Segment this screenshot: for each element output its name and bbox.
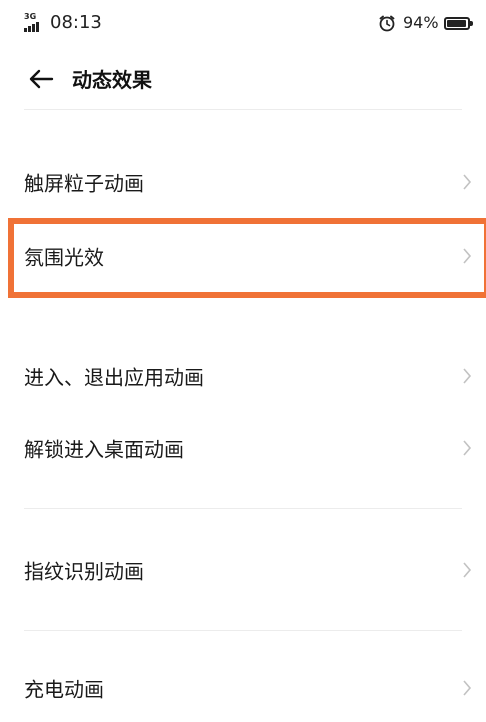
page-header: 动态效果 [0, 52, 486, 108]
setting-label: 解锁进入桌面动画 [24, 437, 184, 462]
section-divider [24, 630, 462, 631]
chevron-right-icon [463, 368, 472, 384]
status-bar: 3G 08:13 94% [0, 0, 486, 44]
setting-touch-particle-animation[interactable]: 触屏粒子动画 [0, 150, 486, 214]
setting-charging-animation[interactable]: 充电动画 [0, 656, 486, 720]
setting-label: 氛围光效 [24, 245, 104, 270]
setting-fingerprint-animation[interactable]: 指纹识别动画 [0, 538, 486, 602]
battery-icon [444, 17, 470, 30]
battery-level [447, 20, 466, 27]
network-type: 3G [24, 12, 37, 21]
setting-label: 充电动画 [24, 677, 104, 702]
alarm-icon [379, 15, 395, 32]
setting-label: 指纹识别动画 [24, 559, 144, 584]
setting-unlock-desktop-animation[interactable]: 解锁进入桌面动画 [0, 416, 486, 480]
battery-tip [470, 21, 473, 26]
setting-label: 触屏粒子动画 [24, 171, 144, 196]
chevron-right-icon [463, 562, 472, 578]
section-divider [24, 508, 462, 509]
setting-app-enter-exit-animation[interactable]: 进入、退出应用动画 [0, 344, 486, 408]
chevron-right-icon [463, 248, 472, 264]
page-title: 动态效果 [72, 68, 152, 92]
chevron-right-icon [463, 174, 472, 190]
status-time: 08:13 [50, 12, 102, 33]
signal-icon: 3G [24, 12, 48, 32]
battery-percent: 94% [403, 13, 439, 32]
setting-label: 进入、退出应用动画 [24, 365, 204, 390]
header-divider [24, 109, 462, 110]
chevron-right-icon [463, 440, 472, 456]
arrow-left-icon[interactable] [26, 64, 56, 94]
chevron-right-icon [463, 680, 472, 696]
setting-ambient-light-effect[interactable]: 氛围光效 [0, 224, 486, 288]
